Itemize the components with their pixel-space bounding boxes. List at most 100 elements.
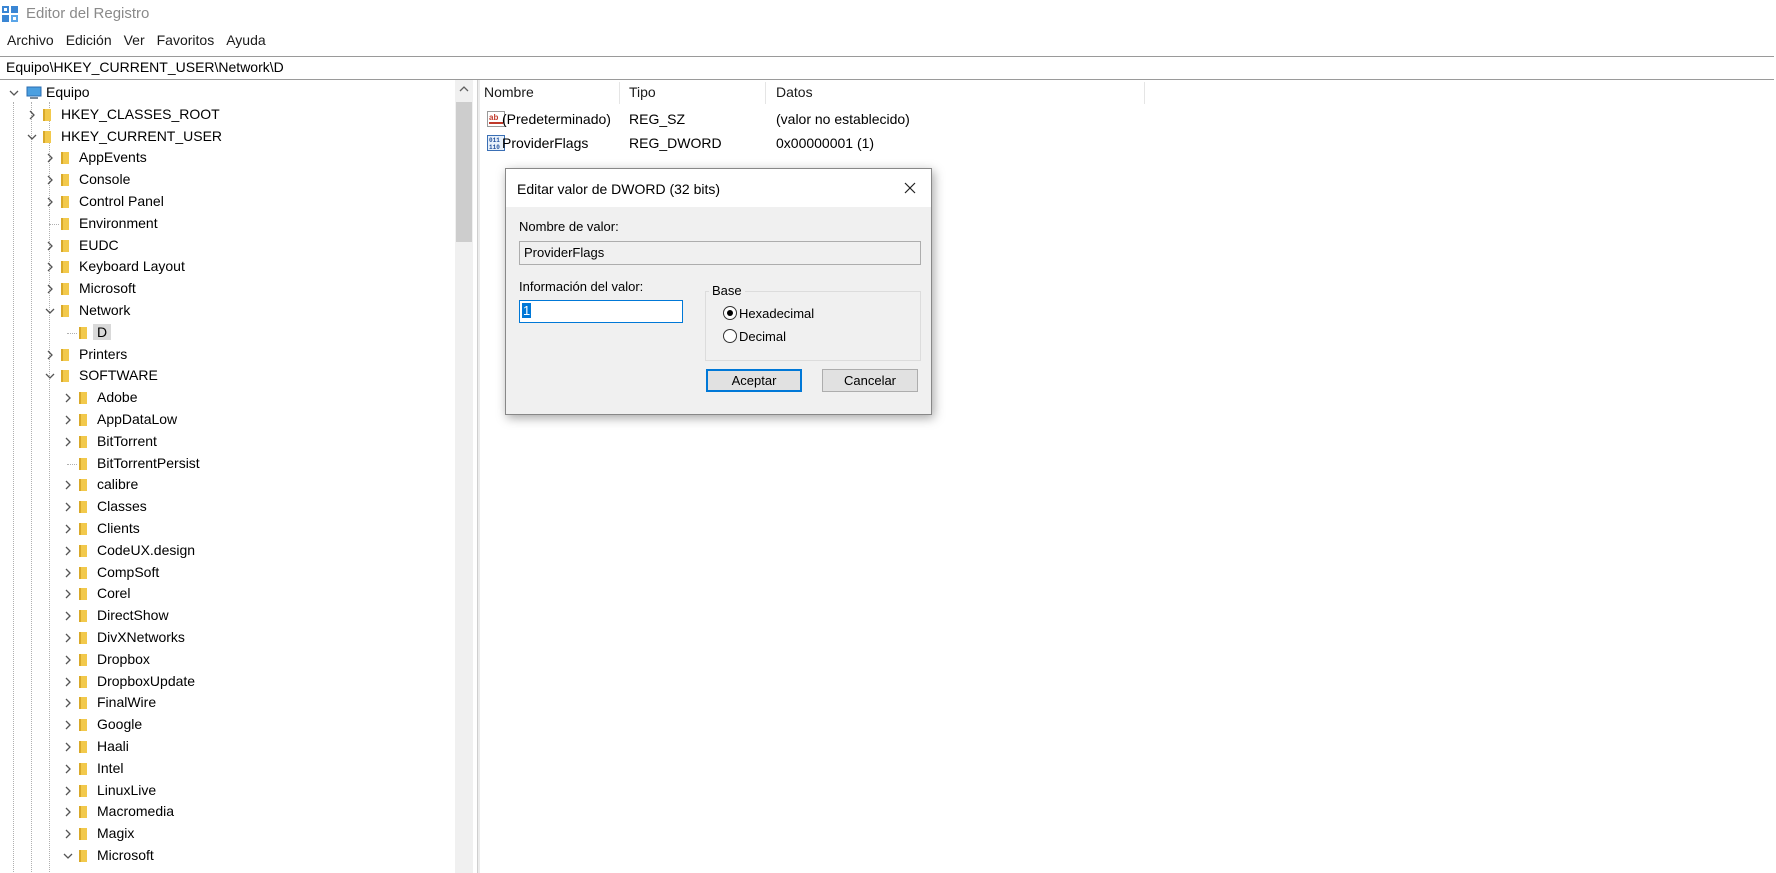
chevron-right-icon[interactable] (61, 435, 75, 449)
tree-item-eudc[interactable]: EUDC (43, 235, 440, 257)
tree-item-calibre[interactable]: calibre (61, 474, 440, 496)
chevron-right-icon[interactable] (61, 696, 75, 710)
radio-checked-icon[interactable] (723, 306, 737, 320)
tree-item-haali[interactable]: Haali (61, 736, 440, 758)
scroll-up-icon[interactable] (455, 80, 473, 98)
chevron-right-icon[interactable] (61, 653, 75, 667)
dialog-title-bar[interactable]: Editar valor de DWORD (32 bits) (506, 169, 931, 207)
chevron-down-icon[interactable] (43, 304, 57, 318)
chevron-right-icon[interactable] (61, 740, 75, 754)
value-data-input[interactable]: 1 (519, 300, 683, 323)
tree-item-appevents[interactable]: AppEvents (43, 147, 440, 169)
chevron-right-icon[interactable] (61, 718, 75, 732)
chevron-right-icon[interactable] (61, 413, 75, 427)
chevron-right-icon[interactable] (43, 173, 57, 187)
decimal-radio[interactable]: Decimal (723, 327, 786, 345)
chevron-right-icon[interactable] (61, 544, 75, 558)
tree-item-microsoft[interactable]: Microsoft (61, 845, 440, 867)
menu-archivo[interactable]: Archivo (0, 30, 59, 52)
tree-item-hkey-current-user[interactable]: HKEY_CURRENT_USER (25, 126, 440, 148)
registry-tree[interactable]: Equipo HKEY_CLASSES_ROOT HKEY_CURRENT_USER… (0, 80, 480, 873)
value-row[interactable]: ab (Predeterminado) REG_SZ (valor no est… (480, 108, 1180, 130)
tree-item-adobe[interactable]: Adobe (61, 387, 440, 409)
menu-favoritos[interactable]: Favoritos (150, 30, 220, 52)
tree-item-control-panel[interactable]: Control Panel (43, 191, 440, 213)
tree-item-compsoft[interactable]: CompSoft (61, 562, 440, 584)
chevron-right-icon[interactable] (43, 348, 57, 362)
chevron-right-icon[interactable] (61, 609, 75, 623)
tree-item-bittorrentpersist[interactable]: BitTorrentPersist (61, 453, 440, 475)
base-label: Base (709, 283, 745, 298)
chevron-right-icon[interactable] (61, 566, 75, 580)
chevron-right-icon[interactable] (61, 522, 75, 536)
tree-item-environment[interactable]: Environment (43, 213, 440, 235)
tree-item-equipo[interactable]: Equipo (7, 82, 440, 104)
chevron-right-icon[interactable] (43, 239, 57, 253)
tree-item-google[interactable]: Google (61, 714, 440, 736)
hexadecimal-label[interactable]: Hexadecimal (739, 306, 814, 321)
scroll-thumb[interactable] (456, 102, 472, 242)
tree-item-microsoft[interactable]: Microsoft (43, 278, 440, 300)
tree-item-hkey-classes-root[interactable]: HKEY_CLASSES_ROOT (25, 104, 440, 126)
tree-item-codeux-design[interactable]: CodeUX.design (61, 540, 440, 562)
tree-item-console[interactable]: Console (43, 169, 440, 191)
tree-item-intel[interactable]: Intel (61, 758, 440, 780)
tree-item-classes[interactable]: Classes (61, 496, 440, 518)
address-path[interactable]: Equipo\HKEY_CURRENT_USER\Network\D (6, 59, 284, 75)
chevron-right-icon[interactable] (61, 762, 75, 776)
tree-item-printers[interactable]: Printers (43, 344, 440, 366)
tree-item-dropbox[interactable]: Dropbox (61, 649, 440, 671)
chevron-right-icon[interactable] (61, 500, 75, 514)
chevron-right-icon[interactable] (61, 827, 75, 841)
column-header-data[interactable]: Datos (776, 84, 813, 100)
tree-item-magix[interactable]: Magix (61, 823, 440, 845)
ok-button[interactable]: Aceptar (706, 369, 802, 392)
column-divider[interactable] (765, 82, 766, 104)
chevron-right-icon[interactable] (61, 587, 75, 601)
tree-item-d[interactable]: D (61, 322, 440, 344)
cancel-button[interactable]: Cancelar (822, 369, 918, 392)
tree-item-finalwire[interactable]: FinalWire (61, 692, 440, 714)
tree-item-linuxlive[interactable]: LinuxLive (61, 780, 440, 802)
tree-item-keyboard-layout[interactable]: Keyboard Layout (43, 256, 440, 278)
decimal-label[interactable]: Decimal (739, 329, 786, 344)
chevron-right-icon[interactable] (61, 784, 75, 798)
tree-item-macromedia[interactable]: Macromedia (61, 801, 440, 823)
chevron-right-icon[interactable] (43, 195, 57, 209)
tree-item-corel[interactable]: Corel (61, 583, 440, 605)
chevron-right-icon[interactable] (43, 260, 57, 274)
chevron-down-icon[interactable] (25, 130, 39, 144)
tree-item-network[interactable]: Network (43, 300, 440, 322)
address-bar[interactable]: Equipo\HKEY_CURRENT_USER\Network\D (0, 56, 1774, 80)
tree-item-dropboxupdate[interactable]: DropboxUpdate (61, 671, 440, 693)
chevron-down-icon[interactable] (43, 369, 57, 383)
column-divider[interactable] (619, 82, 620, 104)
chevron-down-icon[interactable] (7, 86, 21, 100)
hexadecimal-radio[interactable]: Hexadecimal (723, 304, 814, 322)
tree-item-clients[interactable]: Clients (61, 518, 440, 540)
tree-scrollbar[interactable] (455, 80, 473, 873)
tree-item-bittorrent[interactable]: BitTorrent (61, 431, 440, 453)
radio-unchecked-icon[interactable] (723, 329, 737, 343)
chevron-right-icon[interactable] (25, 108, 39, 122)
tree-item-software[interactable]: SOFTWARE (43, 365, 440, 387)
menu-ver[interactable]: Ver (117, 30, 150, 52)
tree-item-directshow[interactable]: DirectShow (61, 605, 440, 627)
column-divider[interactable] (1144, 82, 1145, 104)
menu-ayuda[interactable]: Ayuda (219, 30, 270, 52)
chevron-right-icon[interactable] (61, 391, 75, 405)
chevron-right-icon[interactable] (43, 151, 57, 165)
column-header-type[interactable]: Tipo (629, 84, 656, 100)
chevron-down-icon[interactable] (61, 849, 75, 863)
column-header-name[interactable]: Nombre (484, 84, 534, 100)
tree-item-appdatalow[interactable]: AppDataLow (61, 409, 440, 431)
value-row[interactable]: 011 110 ProviderFlags REG_DWORD 0x000000… (480, 132, 1180, 154)
chevron-right-icon[interactable] (61, 631, 75, 645)
chevron-right-icon[interactable] (61, 478, 75, 492)
chevron-right-icon[interactable] (61, 805, 75, 819)
close-icon[interactable] (895, 173, 925, 203)
chevron-right-icon[interactable] (61, 675, 75, 689)
tree-item-divxnetworks[interactable]: DivXNetworks (61, 627, 440, 649)
menu-edicion[interactable]: Edición (59, 30, 117, 52)
chevron-right-icon[interactable] (43, 282, 57, 296)
